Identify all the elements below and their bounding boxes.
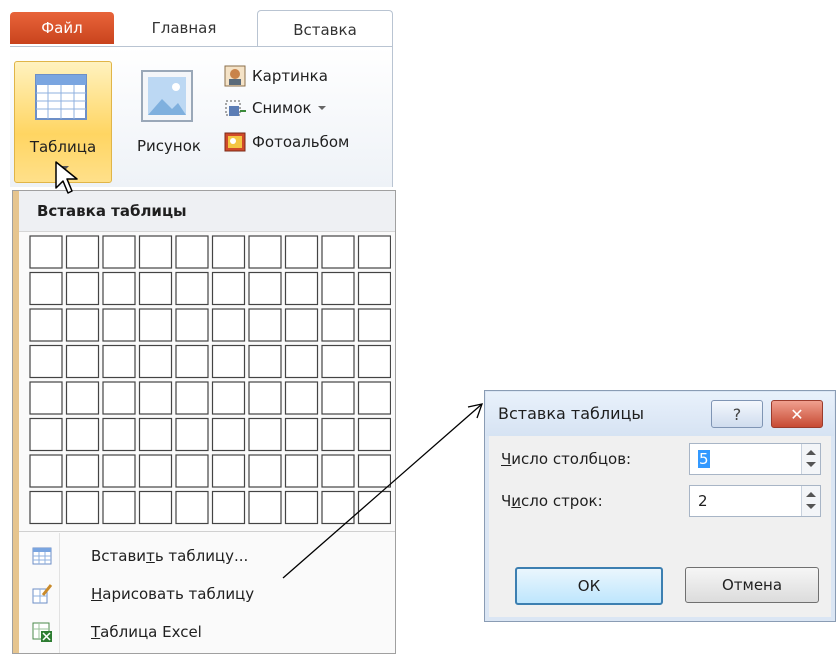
help-button[interactable]: ? <box>711 400 763 428</box>
rows-value[interactable]: 2 <box>698 492 708 510</box>
dialog-titlebar[interactable]: Вставка таблицы ? ✕ <box>486 392 834 436</box>
columns-spin-arrows[interactable] <box>801 444 820 474</box>
ok-button[interactable]: ОК <box>515 567 663 605</box>
arrow-down-icon[interactable] <box>806 504 816 509</box>
insert-table-dialog: Вставка таблицы ? ✕ Число столбцов: 5 Чи… <box>484 390 836 622</box>
rows-stepper[interactable]: 2 <box>689 485 821 517</box>
dialog-title: Вставка таблицы <box>498 404 645 423</box>
arrow-up-icon[interactable] <box>806 492 816 497</box>
arrow-up-icon[interactable] <box>806 450 816 455</box>
cancel-button[interactable]: Отмена <box>685 567 819 603</box>
rows-label: Число строк: <box>501 492 603 510</box>
rows-spin-arrows[interactable] <box>801 486 820 516</box>
columns-label: Число столбцов: <box>501 450 632 468</box>
arrow-down-icon[interactable] <box>806 462 816 467</box>
columns-stepper[interactable]: 5 <box>689 443 821 475</box>
columns-value[interactable]: 5 <box>698 450 710 468</box>
close-button[interactable]: ✕ <box>771 400 823 428</box>
